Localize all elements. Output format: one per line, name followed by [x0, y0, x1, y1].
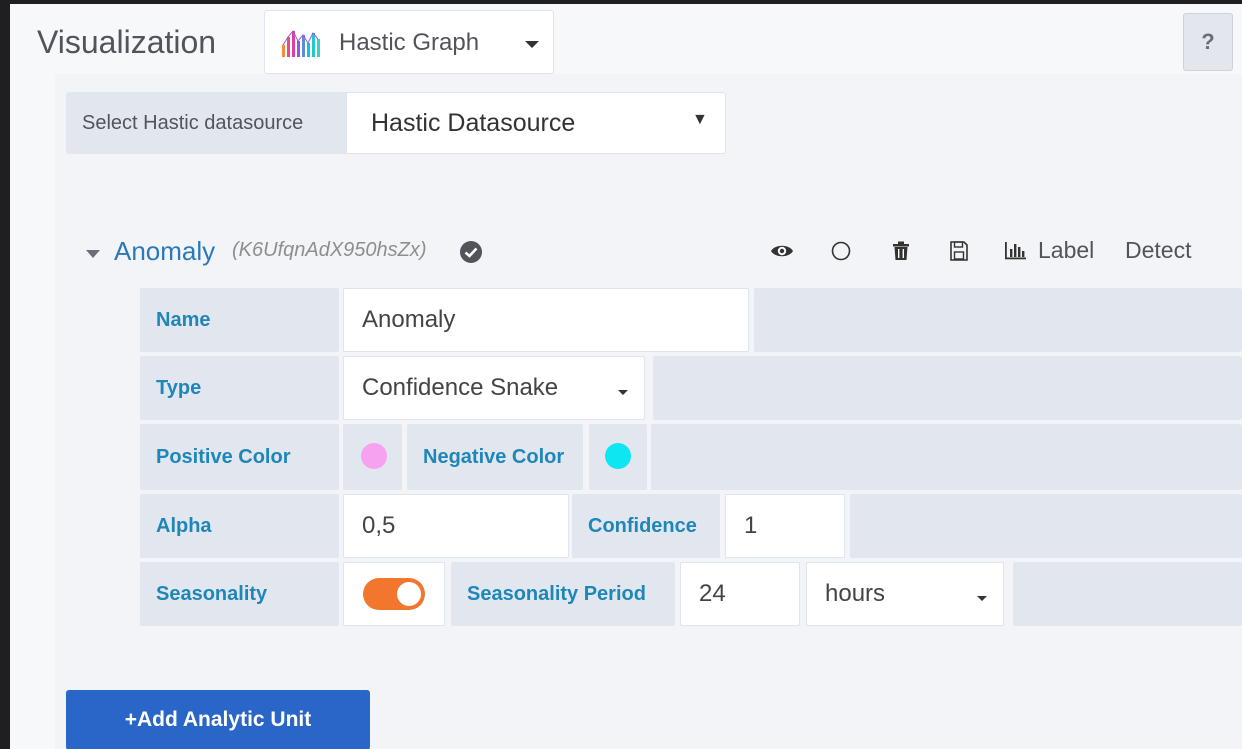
name-label: Name	[140, 288, 339, 352]
datasource-value: Hastic Datasource	[371, 108, 576, 137]
trash-icon[interactable]	[888, 238, 914, 264]
type-label: Type	[140, 356, 339, 420]
type-select[interactable]: Confidence Snake	[343, 356, 645, 420]
positive-color-cell	[343, 424, 402, 490]
row-filler	[850, 494, 1242, 558]
row-filler	[651, 424, 1242, 490]
chevron-down-icon	[618, 390, 628, 395]
row-filler	[653, 356, 1242, 420]
chevron-down-icon	[977, 596, 987, 601]
alpha-label: Alpha	[140, 494, 339, 558]
dropdown-arrow-icon: ▼	[692, 111, 708, 128]
confidence-input[interactable]: 1	[725, 494, 845, 558]
name-input[interactable]: Anomaly	[343, 288, 749, 352]
row-filler	[1013, 562, 1242, 626]
analytic-unit-name[interactable]: Anomaly	[114, 236, 215, 267]
label-button[interactable]: Label	[1038, 237, 1094, 264]
row-filler	[754, 288, 1242, 352]
chevron-down-icon	[525, 41, 539, 48]
seasonality-period-label: Seasonality Period	[451, 562, 675, 626]
help-button[interactable]: ?	[1183, 13, 1233, 71]
bar-chart-icon[interactable]	[1002, 238, 1028, 264]
type-value: Confidence Snake	[362, 374, 559, 401]
datasource-label: Select Hastic datasource	[66, 92, 346, 154]
collapse-caret-icon[interactable]	[86, 250, 100, 258]
seasonality-period-input[interactable]: 24	[680, 562, 800, 626]
plugin-name: Hastic Graph	[339, 29, 480, 56]
seasonality-toggle-cell	[343, 562, 445, 626]
panel-editor: Visualization Hastic Graph ? Select Hast…	[10, 4, 1242, 749]
seasonality-toggle[interactable]	[363, 578, 425, 610]
toggle-knob	[397, 582, 421, 606]
alpha-input[interactable]: 0,5	[343, 494, 569, 558]
seasonality-label: Seasonality	[140, 562, 339, 626]
datasource-select[interactable]: Hastic Datasource ▼	[346, 92, 726, 154]
seasonality-unit-value: hours	[825, 580, 886, 607]
analytic-unit-id: (K6UfqnAdX950hsZx)	[232, 239, 427, 261]
negative-color-swatch[interactable]	[605, 443, 631, 469]
eye-icon[interactable]	[769, 238, 795, 264]
circle-icon[interactable]	[828, 238, 854, 264]
save-icon[interactable]	[946, 238, 972, 264]
seasonality-unit-select[interactable]: hours	[806, 562, 1004, 626]
positive-color-label: Positive Color	[140, 424, 339, 490]
positive-color-swatch[interactable]	[361, 443, 387, 469]
detect-button[interactable]: Detect	[1125, 237, 1191, 264]
negative-color-cell	[589, 424, 647, 490]
add-analytic-unit-button[interactable]: +Add Analytic Unit	[66, 690, 370, 749]
visualization-plugin-select[interactable]: Hastic Graph	[264, 10, 554, 74]
visualization-title: Visualization	[37, 24, 217, 60]
check-circle-icon	[460, 241, 482, 263]
hastic-graph-icon	[282, 30, 320, 57]
negative-color-label: Negative Color	[407, 424, 583, 490]
confidence-label: Confidence	[572, 494, 720, 558]
